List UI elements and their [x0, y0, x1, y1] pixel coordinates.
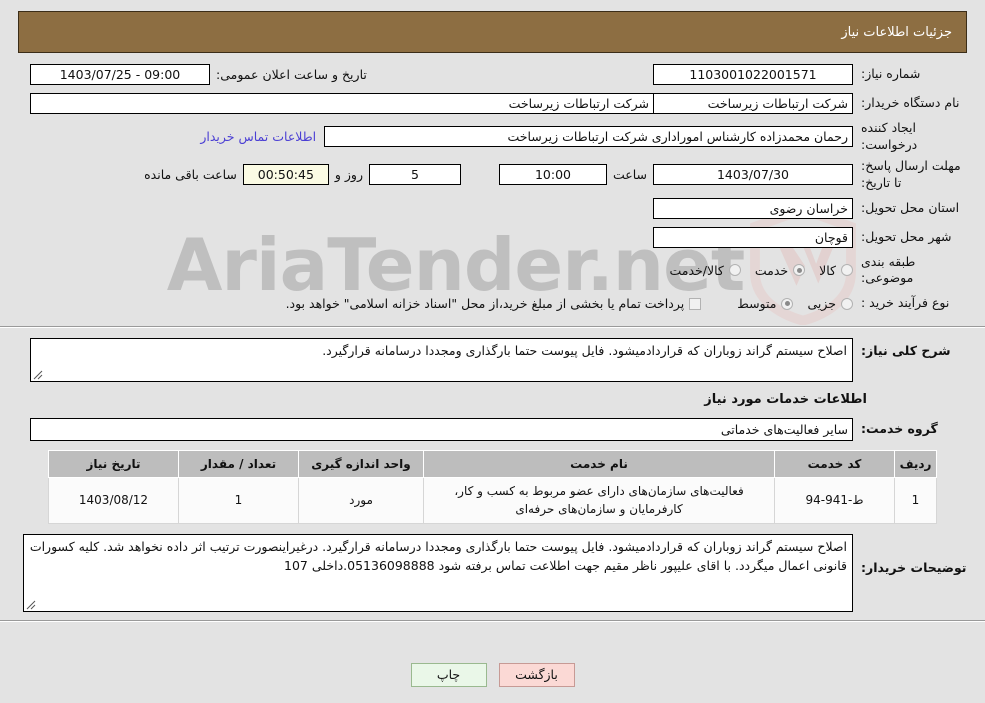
city-field[interactable]: قوچان: [653, 226, 853, 248]
radio-motavaset-label: متوسط: [737, 296, 777, 312]
radio-category-kala-khedmat[interactable]: کالا/خدمت: [669, 262, 741, 278]
radio-khedmat-label: خدمت: [754, 262, 789, 278]
treasury-checkbox-group[interactable]: پرداخت تمام یا بخشی از مبلغ خرید،از محل …: [286, 296, 702, 311]
cell-unit: مورد: [298, 477, 424, 525]
province-field[interactable]: خراسان رضوی: [653, 197, 853, 219]
row-category: طبقه بندی موضوعی: کالا خدمت کالا/خدمت: [0, 254, 985, 288]
table-header-row: ردیف کد خدمت نام خدمت واحد اندازه گیری ت…: [48, 450, 937, 479]
treasury-checkbox-label: پرداخت تمام یا بخشی از مبلغ خرید،از محل …: [285, 296, 685, 312]
resize-grip-icon[interactable]: [33, 370, 43, 380]
process-label: نوع فرآیند خرید :: [861, 295, 950, 311]
row-deadline: مهلت ارسال پاسخ: تا تاریخ: 1403/07/30 سا…: [0, 158, 985, 192]
announce-label: تاریخ و ساعت اعلان عمومی:: [216, 67, 367, 82]
resize-grip-icon[interactable]: [26, 600, 36, 610]
buyer-notes-text: اصلاح سیستم گراند زوباران که قراردادمیشو…: [29, 539, 847, 573]
action-buttons: بازگشت چاپ: [0, 663, 985, 687]
need-number-field[interactable]: 1103001022001571: [653, 64, 853, 85]
buyer-contact-link[interactable]: اطلاعات تماس خریدار: [192, 129, 324, 144]
items-table-wrap: ردیف کد خدمت نام خدمت واحد اندازه گیری ت…: [0, 450, 985, 525]
divider-2: [0, 620, 985, 623]
creator-label: ایجاد کننده درخواست:: [861, 120, 918, 152]
creator-field[interactable]: رحمان محمدزاده کارشناس اموراداری شرکت ار…: [324, 126, 853, 148]
th-name: نام خدمت: [423, 450, 775, 479]
buyer-org-field[interactable]: شرکت ارتباطات زیرساخت: [653, 93, 853, 114]
row-service-group: گروه خدمت: سایر فعالیت‌های خدماتی: [0, 417, 985, 442]
radio-kala-khedmat-icon[interactable]: [728, 264, 741, 277]
row-city: شهر محل تحویل: قوچان: [0, 225, 985, 250]
back-button[interactable]: بازگشت: [498, 663, 575, 687]
th-code: کد خدمت: [774, 450, 895, 479]
radio-kala-khedmat-label: کالا/خدمت: [669, 262, 724, 278]
radio-jozi-icon[interactable]: [841, 297, 853, 310]
radio-khedmat-icon[interactable]: [793, 264, 806, 277]
days-label: روز و: [334, 167, 363, 183]
page-title-text: جزئیات اطلاعات نیاز: [841, 24, 952, 40]
service-group-field[interactable]: سایر فعالیت‌های خدماتی: [30, 418, 853, 442]
cell-qty: 1: [178, 477, 299, 525]
hour-label: ساعت: [612, 167, 647, 183]
items-table: ردیف کد خدمت نام خدمت واحد اندازه گیری ت…: [48, 450, 937, 525]
radio-category-kala[interactable]: کالا: [819, 263, 853, 278]
description-textarea[interactable]: اصلاح سیستم گراند زوباران که قراردادمیشو…: [30, 338, 853, 383]
description-text: اصلاح سیستم گراند زوباران که قراردادمیشو…: [322, 343, 847, 359]
buyer-notes-label: توضیحات خریدار:: [861, 560, 967, 576]
print-button[interactable]: چاپ: [410, 663, 487, 687]
buyer-org-label: نام دستگاه خریدار:: [861, 95, 960, 111]
radio-kala-label: کالا: [819, 262, 836, 278]
radio-kala-icon[interactable]: [841, 264, 853, 277]
remaining-label: ساعت باقی مانده: [144, 167, 237, 183]
deadline-label: مهلت ارسال پاسخ: تا تاریخ:: [861, 157, 961, 190]
row-buyer-notes: توضیحات خریدار: اصلاح سیستم گراند زوبارا…: [0, 534, 985, 613]
radio-jozi-label: جزیی: [807, 296, 836, 312]
deadline-time-field[interactable]: 10:00: [498, 164, 607, 186]
page-root: AriaTender.net جزئیات اطلاعات نیاز شماره…: [0, 0, 985, 703]
cell-row: 1: [894, 477, 937, 525]
treasury-checkbox-icon[interactable]: [689, 297, 702, 310]
table-row: 1 ط-941-94 فعالیت‌های سازمان‌های دارای ع…: [48, 477, 937, 525]
service-group-label: گروه خدمت:: [861, 421, 938, 437]
province-label: استان محل تحویل:: [861, 199, 960, 215]
th-qty: تعداد / مقدار: [178, 450, 299, 479]
th-unit: واحد اندازه گیری: [298, 450, 424, 479]
row-process: نوع فرآیند خرید : جزیی متوسط پرداخت تمام…: [0, 291, 985, 316]
row-buyer-org: نام دستگاه خریدار: شرکت ارتباطات زیرساخت…: [0, 91, 985, 116]
radio-motavaset-icon[interactable]: [781, 297, 794, 310]
deadline-date-field[interactable]: 1403/07/30: [653, 164, 853, 186]
divider-1: [0, 326, 985, 329]
need-number-label: شماره نیاز:: [861, 66, 921, 82]
th-row: ردیف: [894, 450, 937, 479]
city-label: شهر محل تحویل:: [861, 228, 952, 244]
services-heading: اطلاعات خدمات مورد نیاز: [704, 392, 867, 408]
page-title: جزئیات اطلاعات نیاز: [18, 11, 967, 53]
days-left-field[interactable]: 5: [368, 164, 461, 186]
row-need-number: شماره نیاز: 1103001022001571 تاریخ و ساع…: [0, 62, 985, 87]
th-date: تاریخ نیاز: [48, 450, 179, 479]
row-creator: ایجاد کننده درخواست: رحمان محمدزاده کارش…: [0, 120, 985, 154]
radio-process-motavaset[interactable]: متوسط: [737, 296, 794, 312]
row-description: شرح کلی نیاز: اصلاح سیستم گراند زوباران …: [0, 338, 985, 383]
cell-code: ط-941-94: [774, 477, 895, 525]
buyer-notes-textarea[interactable]: اصلاح سیستم گراند زوباران که قراردادمیشو…: [23, 534, 853, 613]
form-area: شماره نیاز: 1103001022001571 تاریخ و ساع…: [0, 62, 985, 703]
buyer-org-field-wide[interactable]: شرکت ارتباطات زیرساخت: [30, 93, 654, 114]
row-province: استان محل تحویل: خراسان رضوی: [0, 196, 985, 221]
category-label: طبقه بندی موضوعی:: [861, 253, 916, 286]
description-label: شرح کلی نیاز:: [861, 343, 951, 359]
radio-process-jozi[interactable]: جزیی: [807, 296, 853, 311]
cell-name: فعالیت‌های سازمان‌های دارای عضو مربوط به…: [423, 477, 775, 525]
countdown-field: 00:50:45: [242, 164, 329, 186]
radio-category-khedmat[interactable]: خدمت: [754, 262, 806, 278]
announce-datetime-field[interactable]: 09:00 - 1403/07/25: [30, 64, 210, 85]
cell-date: 1403/08/12: [48, 477, 179, 525]
